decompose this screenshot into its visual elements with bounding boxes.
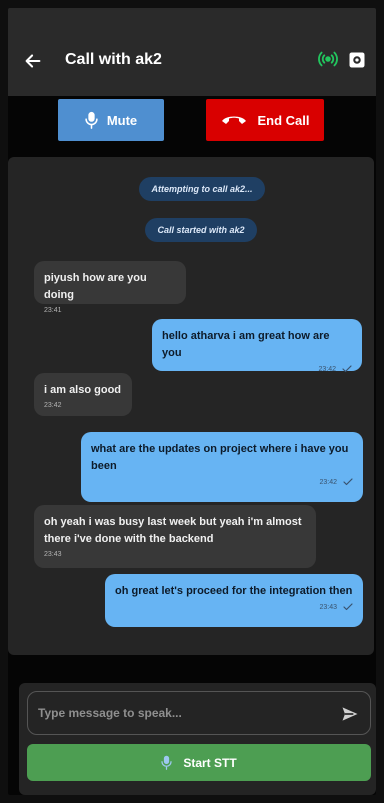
message-text: oh great let's proceed for the integrati… xyxy=(115,585,353,597)
check-icon xyxy=(343,478,353,486)
sent-message: oh great let's proceed for the integrati… xyxy=(105,574,363,627)
message-input[interactable]: Type message to speak... xyxy=(27,691,371,735)
check-icon xyxy=(343,603,353,611)
start-stt-label: Start STT xyxy=(183,755,237,770)
gear-icon[interactable] xyxy=(348,51,366,69)
start-stt-button[interactable]: Start STT xyxy=(27,744,371,781)
message-time: 23:42 xyxy=(319,478,337,486)
app-bar: Call with ak2 xyxy=(8,8,376,96)
message-time: 23:43 xyxy=(319,603,337,611)
system-message: Call started with ak2 xyxy=(145,218,257,242)
message-time: 23:41 xyxy=(44,307,62,314)
received-message: i am also good 23:42 xyxy=(34,373,132,416)
message-time: 23:43 xyxy=(44,551,62,558)
received-message: piyush how are you doing 23:41 xyxy=(34,261,186,314)
system-message: Attempting to call ak2... xyxy=(139,177,265,201)
chat-transcript[interactable]: Attempting to call ak2... Call started w… xyxy=(8,157,374,655)
end-call-label: End Call xyxy=(257,112,310,128)
message-time: 23:42 xyxy=(44,402,62,409)
send-icon[interactable] xyxy=(340,704,360,724)
message-text: hello atharva i am great how are you xyxy=(162,330,330,359)
sent-message: hello atharva i am great how are you 23:… xyxy=(152,319,362,373)
page-title: Call with ak2 xyxy=(65,51,162,68)
message-placeholder: Type message to speak... xyxy=(38,706,182,720)
microphone-icon xyxy=(161,755,172,770)
microphone-icon xyxy=(85,111,98,129)
back-icon[interactable] xyxy=(22,50,44,72)
signal-icon xyxy=(318,51,338,67)
received-message: oh yeah i was busy last week but yeah i'… xyxy=(34,505,316,568)
message-text: piyush how are you doing xyxy=(44,272,147,301)
phone-hangup-icon xyxy=(222,116,247,124)
message-text: oh yeah i was busy last week but yeah i'… xyxy=(44,516,302,545)
mute-button[interactable]: Mute xyxy=(58,99,164,141)
message-time: 23:42 xyxy=(318,365,336,373)
sent-message: what are the updates on project where i … xyxy=(81,432,363,502)
message-composer: Type message to speak... Start STT xyxy=(19,683,376,795)
message-text: what are the updates on project where i … xyxy=(91,443,349,472)
message-text: i am also good xyxy=(44,384,122,396)
check-icon xyxy=(342,365,352,373)
mute-label: Mute xyxy=(106,112,138,128)
end-call-button[interactable]: End Call xyxy=(206,99,324,141)
